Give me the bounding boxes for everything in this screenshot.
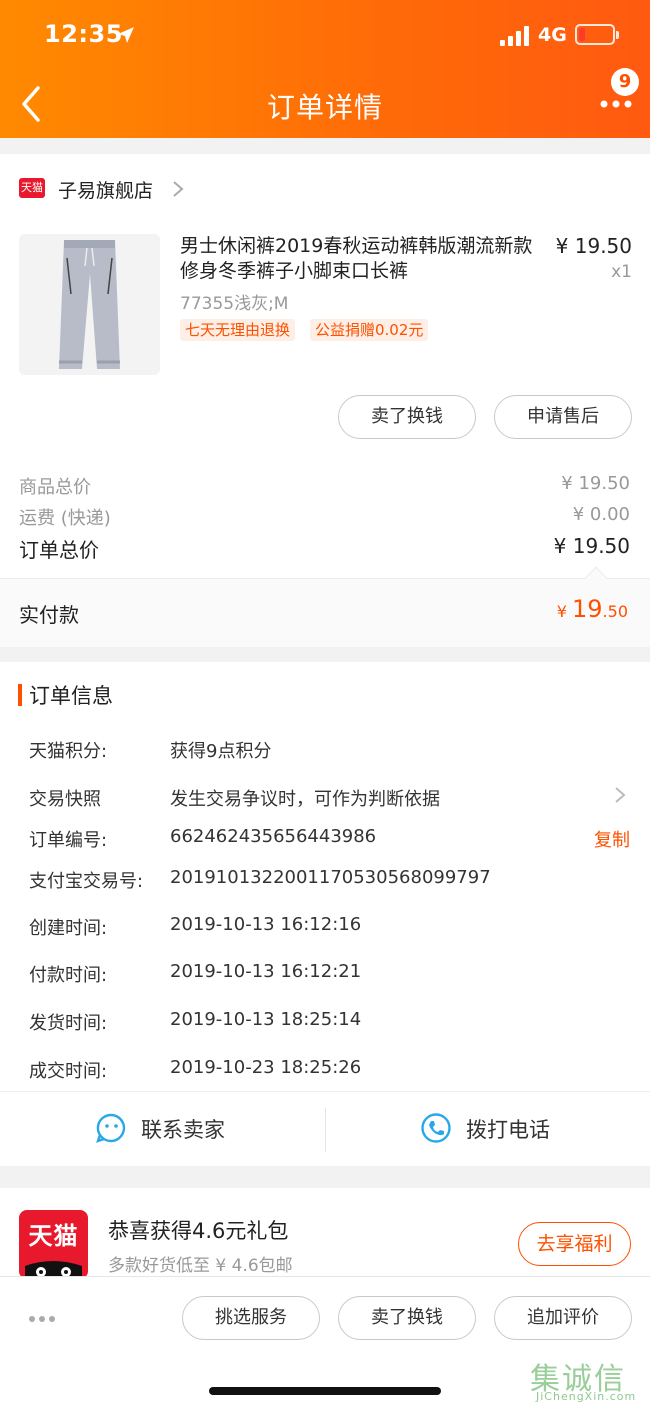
points-value: 获得9点积分: [170, 741, 272, 762]
more-options-icon[interactable]: [600, 98, 632, 110]
return-policy-tag: 七天无理由退换: [180, 319, 296, 341]
home-indicator[interactable]: [209, 1387, 441, 1395]
battery-icon: [575, 24, 619, 45]
shipping-value: ¥ 0.00: [572, 504, 630, 525]
chevron-right-icon[interactable]: [172, 180, 184, 198]
section-accent-bar: [18, 684, 22, 706]
divider: [325, 1108, 326, 1152]
call-phone-button[interactable]: 拨打电话: [420, 1112, 580, 1148]
more-dots-icon[interactable]: [28, 1315, 56, 1323]
chat-face-icon: [96, 1113, 126, 1143]
tmall-app-logo-icon: 天猫: [19, 1210, 88, 1276]
product-image[interactable]: [19, 234, 160, 375]
page-title: 订单详情: [266, 91, 383, 124]
paid-decimal: .50: [602, 602, 628, 621]
network-type: 4G: [538, 24, 567, 46]
notch-decoration: [584, 566, 608, 590]
watermark-url: JiChengXin.com: [536, 1390, 637, 1403]
paid-time-label: 付款时间:: [29, 965, 108, 986]
paid-value: ¥ 19.50: [557, 595, 628, 623]
snapshot-value[interactable]: 发生交易争议时，可作为判断依据: [170, 785, 440, 811]
order-number-value: 662462435656443986: [170, 826, 377, 847]
watermark: 集诚信 JiChengXin.com: [530, 1354, 648, 1406]
contact-seller-button[interactable]: 联系卖家: [95, 1112, 255, 1148]
contact-actions: 联系卖家 拨打电话: [0, 1091, 650, 1166]
battery-level: [579, 28, 585, 41]
claim-benefit-button[interactable]: 去享福利: [518, 1222, 631, 1266]
select-service-button[interactable]: 挑选服务: [182, 1296, 320, 1340]
paid-time-value: 2019-10-13 16:12:21: [170, 961, 362, 982]
shipped-time-label: 发货时间:: [29, 1013, 108, 1034]
sell-exchange-button[interactable]: 卖了换钱: [338, 395, 476, 439]
status-time: 12:35: [44, 20, 123, 48]
paid-amount-row: 实付款 ¥ 19.50: [0, 566, 650, 647]
add-review-button[interactable]: 追加评价: [494, 1296, 632, 1340]
copy-button[interactable]: 复制: [594, 826, 630, 852]
promo-subtitle: 多款好货低至 ¥ 4.6包邮: [108, 1256, 293, 1276]
pants-icon: [19, 234, 160, 375]
product-sku: 77355浅灰;M: [180, 294, 289, 314]
product-price: ¥ 19.50: [555, 234, 632, 258]
points-label: 天猫积分:: [29, 741, 108, 762]
snapshot-label[interactable]: 交易快照: [29, 785, 101, 811]
shipped-time-value: 2019-10-13 18:25:14: [170, 1009, 362, 1030]
order-info-card: 订单信息 天猫积分: 获得9点积分 交易快照 发生交易争议时，可作为判断依据 订…: [0, 662, 650, 1166]
goods-total-value: ¥ 19.50: [561, 473, 630, 494]
product-quantity: x1: [611, 262, 632, 282]
tmall-logo-icon: 天猫: [19, 178, 45, 198]
order-card: 天猫 子易旗舰店 男士休闲裤2019春秋运动裤韩版潮流新款修身冬季裤子小脚束口长…: [0, 154, 650, 647]
signal-icon: [500, 26, 529, 46]
promo-title: 恭喜获得4.6元礼包: [108, 1219, 289, 1243]
location-arrow-icon: [118, 27, 134, 43]
tmall-cat-face-icon: [25, 1261, 82, 1276]
chevron-right-icon[interactable]: [614, 786, 626, 804]
paid-integer: 19: [572, 595, 603, 623]
alipay-number-label: 支付宝交易号:: [29, 871, 144, 892]
order-total-value: ¥ 19.50: [553, 534, 630, 558]
goods-total-label: 商品总价: [19, 477, 91, 498]
header: 12:35 4G 订单详情 9: [0, 0, 650, 138]
completed-time-label: 成交时间:: [29, 1061, 108, 1082]
order-total-label: 订单总价: [19, 538, 99, 562]
shop-name-link[interactable]: 子易旗舰店: [58, 176, 153, 203]
completed-time-value: 2019-10-23 18:25:26: [170, 1057, 362, 1078]
phone-icon: [421, 1113, 451, 1143]
paid-label: 实付款: [19, 603, 79, 627]
section-title: 订单信息: [29, 684, 113, 708]
after-sale-button[interactable]: 申请售后: [494, 395, 632, 439]
created-time-value: 2019-10-13 16:12:16: [170, 914, 362, 935]
shipping-label: 运费 (快递): [19, 508, 111, 529]
contact-seller-label: 联系卖家: [141, 1118, 225, 1142]
promo-card[interactable]: 天猫 恭喜获得4.6元礼包 多款好货低至 ¥ 4.6包邮 去享福利: [0, 1188, 650, 1276]
alipay-number-value: 2019101322001170530568099797: [170, 867, 491, 888]
sell-exchange-bottom-button[interactable]: 卖了换钱: [338, 1296, 476, 1340]
product-title[interactable]: 男士休闲裤2019春秋运动裤韩版潮流新款修身冬季裤子小脚束口长裤: [180, 234, 550, 284]
order-number-label: 订单编号:: [29, 830, 108, 851]
charity-tag: 公益捐赠0.02元: [310, 319, 429, 341]
created-time-label: 创建时间:: [29, 918, 108, 939]
paid-currency: ¥: [556, 602, 567, 621]
notification-badge: 9: [611, 68, 639, 96]
call-phone-label: 拨打电话: [466, 1118, 550, 1142]
